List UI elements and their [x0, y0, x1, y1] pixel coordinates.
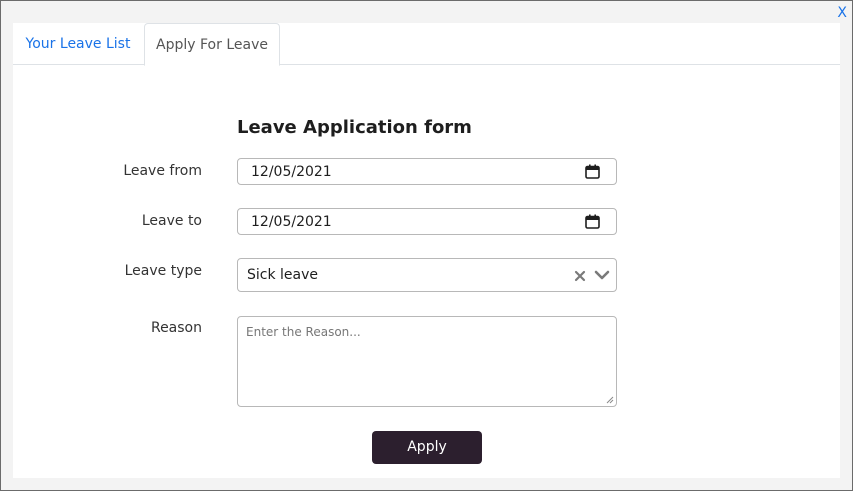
reason-placeholder: Enter the Reason... — [246, 325, 361, 339]
close-icon[interactable] — [574, 270, 586, 282]
dialog-frame-right — [840, 23, 852, 490]
dialog-header: X — [1, 1, 852, 23]
apply-button[interactable]: Apply — [372, 431, 482, 464]
calendar-icon[interactable] — [585, 214, 600, 229]
reason-textarea[interactable]: Enter the Reason... — [237, 316, 617, 407]
dialog-frame-bottom — [1, 478, 852, 490]
leave-type-label: Leave type — [124, 263, 202, 279]
tab-bar: Your Leave List Apply For Leave — [13, 23, 840, 66]
dialog-frame-left — [1, 23, 13, 490]
leave-from-label: Leave from — [123, 163, 202, 179]
resize-handle-icon[interactable] — [606, 396, 614, 404]
close-button[interactable]: X — [837, 6, 847, 20]
leave-to-label: Leave to — [141, 213, 202, 229]
tab-your-leave-list[interactable]: Your Leave List — [13, 23, 143, 64]
calendar-icon[interactable] — [585, 164, 600, 179]
reason-label: Reason — [150, 320, 202, 336]
leave-type-select[interactable]: Sick leave — [237, 258, 617, 292]
leave-to-field[interactable]: 12/05/2021 — [237, 208, 617, 235]
leave-type-value: Sick leave — [247, 267, 319, 283]
leave-to-value: 12/05/2021 — [251, 214, 332, 230]
leave-dialog: X Your Leave List Apply For Leave Leave … — [0, 0, 853, 491]
form-title: Leave Application form — [237, 117, 472, 138]
leave-from-field[interactable]: 12/05/2021 — [237, 158, 617, 185]
chevron-down-icon[interactable] — [594, 269, 610, 281]
tab-apply-for-leave[interactable]: Apply For Leave — [144, 23, 280, 66]
leave-from-value: 12/05/2021 — [251, 164, 332, 180]
